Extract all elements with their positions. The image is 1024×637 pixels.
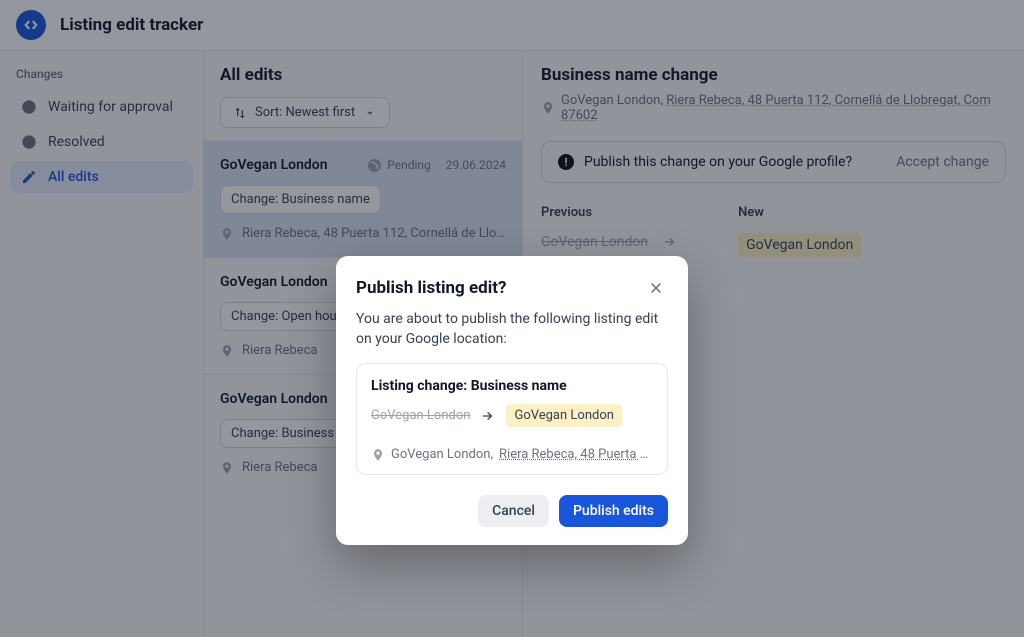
location-pin-icon <box>371 448 385 462</box>
close-icon[interactable] <box>644 276 668 300</box>
publish-edits-button[interactable]: Publish edits <box>559 495 668 527</box>
change-old-value: GoVegan London <box>371 408 470 423</box>
publish-dialog: Publish listing edit? You are about to p… <box>336 256 688 545</box>
dialog-body: You are about to publish the following l… <box>356 310 668 349</box>
dialog-title: Publish listing edit? <box>356 278 506 298</box>
cancel-button[interactable]: Cancel <box>478 495 549 527</box>
change-new-value: GoVegan London <box>506 404 621 427</box>
change-title: Listing change: Business name <box>371 378 653 394</box>
arrow-right-icon <box>480 408 496 424</box>
change-address-rest: Riera Rebeca, 48 Puerta 112, Cornellá de… <box>499 447 653 462</box>
change-address-name: GoVegan London, <box>391 447 493 462</box>
modal-overlay[interactable]: Publish listing edit? You are about to p… <box>0 0 1024 637</box>
change-summary-box: Listing change: Business name GoVegan Lo… <box>356 363 668 475</box>
